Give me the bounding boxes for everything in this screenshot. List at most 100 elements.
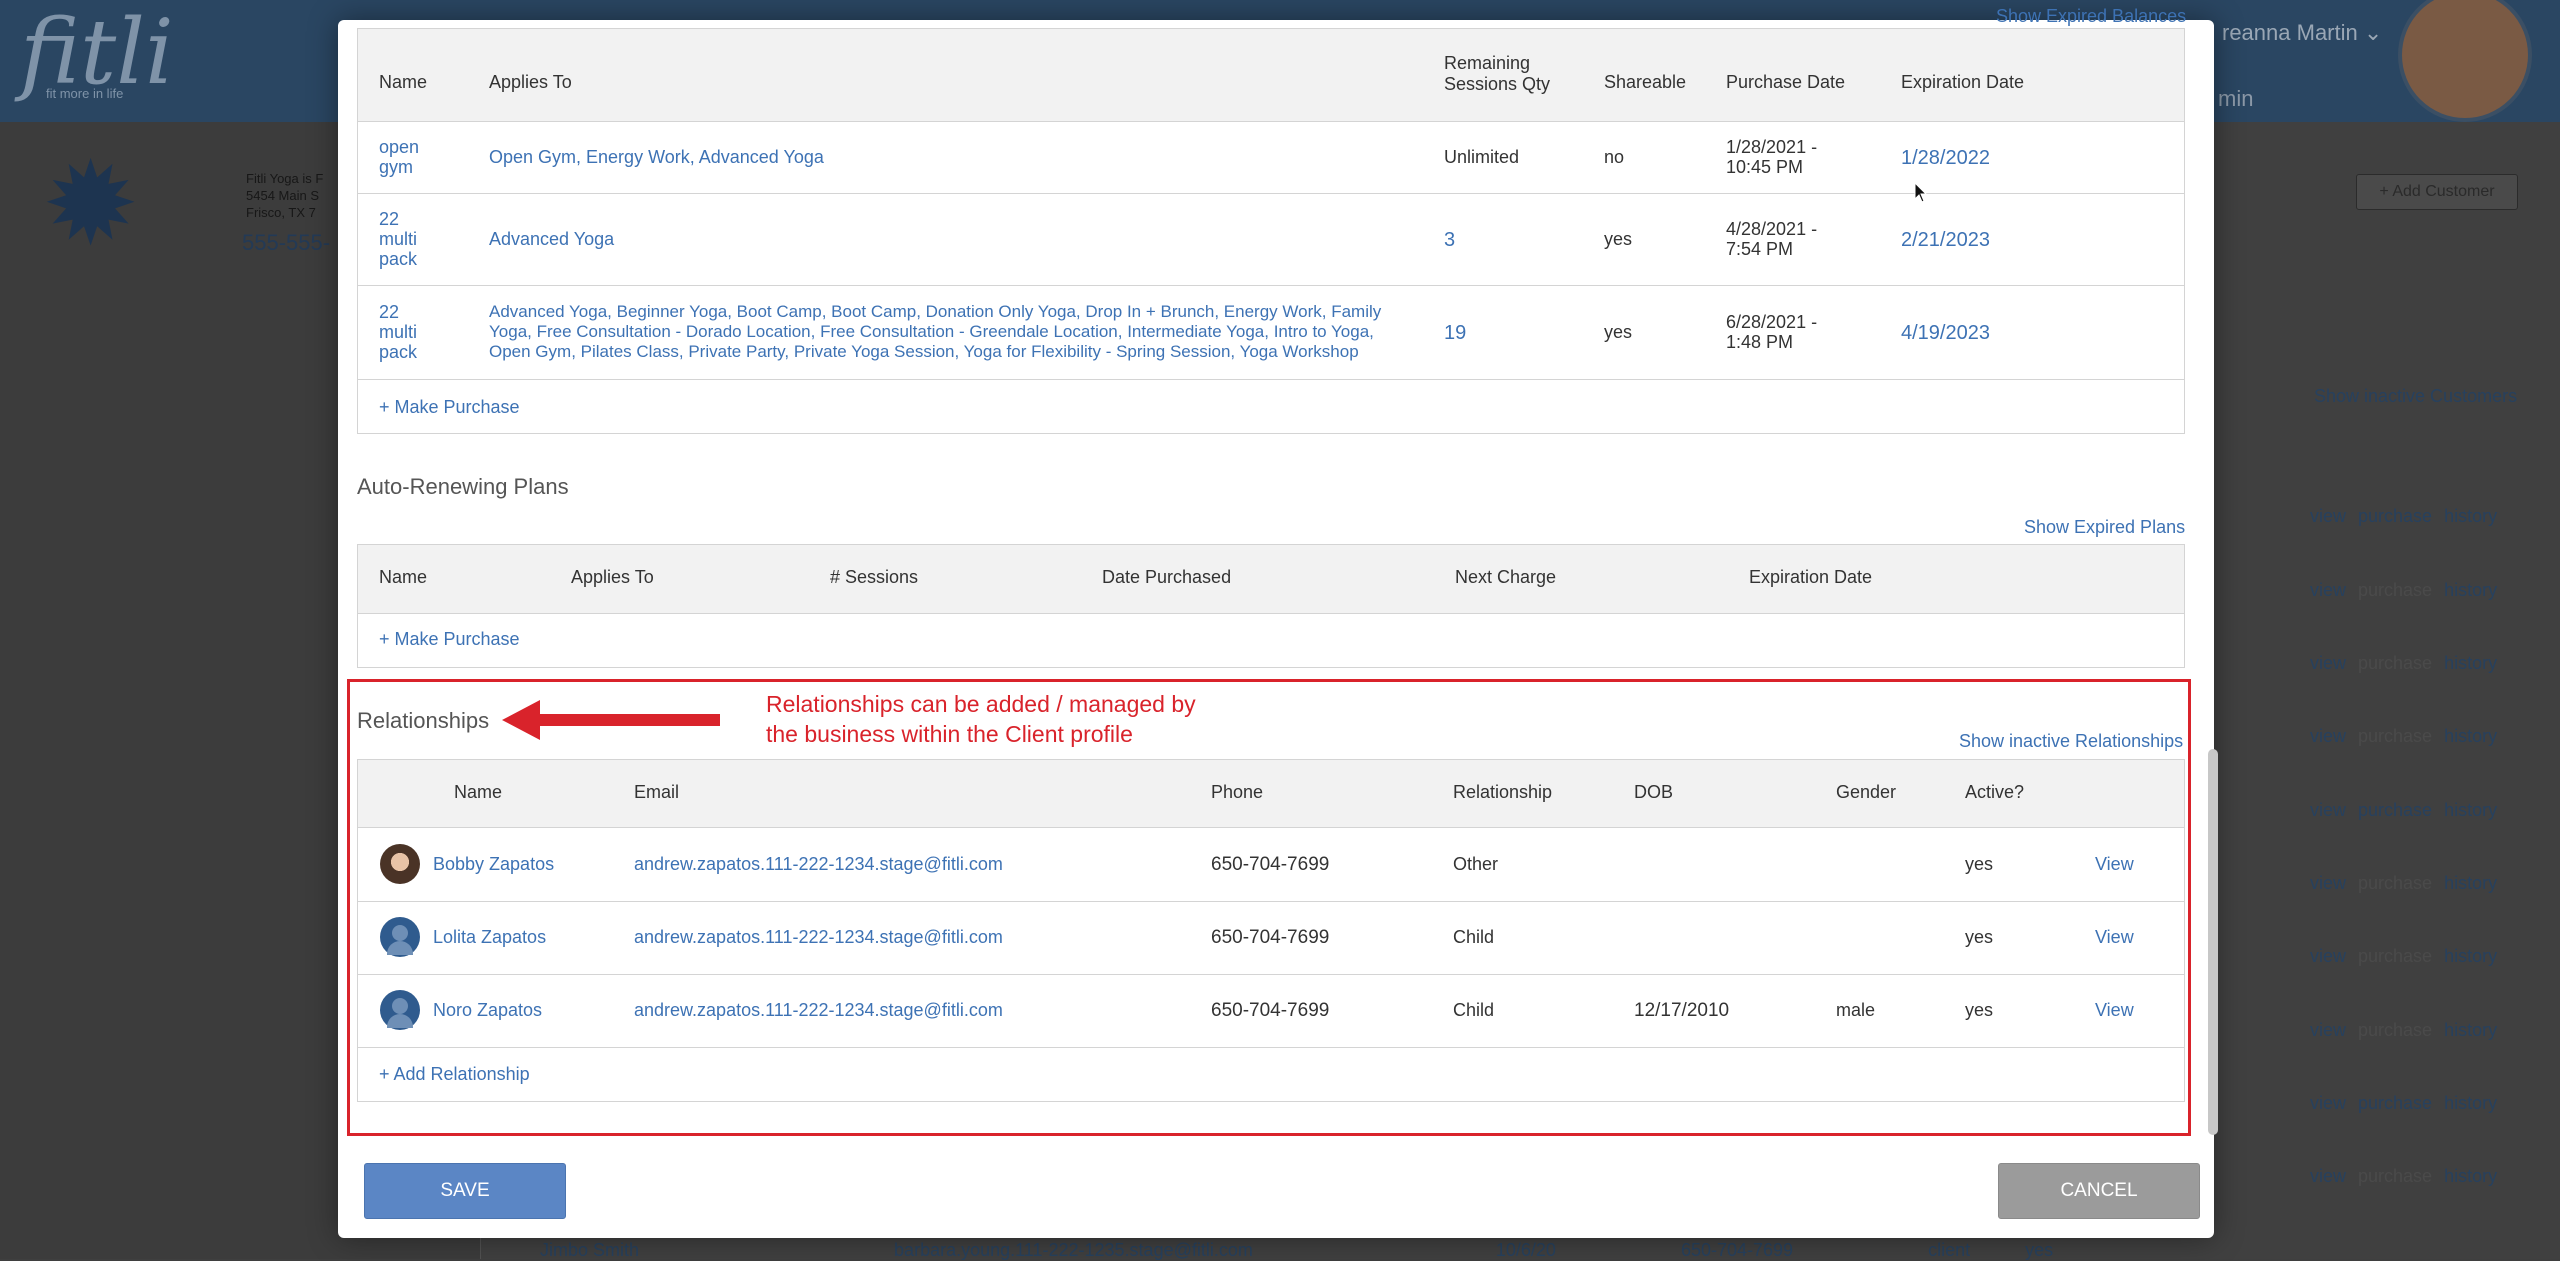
view-link[interactable]: view	[2310, 726, 2346, 746]
history-link[interactable]: history	[2444, 506, 2497, 526]
cancel-button[interactable]: CANCEL	[1998, 1163, 2200, 1219]
history-link[interactable]: history	[2444, 726, 2497, 746]
row-actions: view purchase history	[2310, 1166, 2509, 1187]
col-relationship: Relationship	[1453, 782, 1553, 802]
purchase-link[interactable]: purchase	[2358, 726, 2432, 746]
balance-name-link[interactable]: 22 multi pack	[379, 302, 417, 362]
purchase-date-line: 6/28/2021 -	[1726, 312, 1818, 332]
row-divider	[358, 285, 2184, 286]
balance-name-line: open	[379, 137, 420, 157]
col-remaining-line: Remaining	[1444, 53, 1531, 73]
relation-name-link[interactable]: Noro Zapatos	[433, 1000, 542, 1021]
purchase-link[interactable]: purchase	[2358, 946, 2432, 966]
balance-name-link[interactable]: 22 multi pack	[379, 209, 417, 269]
row-divider	[358, 379, 2184, 380]
modal-scrollbar[interactable]	[2208, 749, 2218, 1135]
view-link[interactable]: view	[2310, 1020, 2346, 1040]
col-expiration-date: Expiration Date	[1901, 72, 2025, 92]
balance-expiration-link[interactable]: 1/28/2022	[1901, 147, 1990, 170]
balance-shareable: yes	[1604, 322, 1633, 342]
balance-expiration-link[interactable]: 2/21/2023	[1901, 229, 1990, 252]
col-active: Active?	[1965, 782, 2025, 802]
relation-phone: 650-704-7699	[1211, 1000, 1330, 1021]
history-link[interactable]: history	[2444, 946, 2497, 966]
purchase-date-line: 1:48 PM	[1726, 332, 1794, 352]
business-line: Fitli Yoga is F	[246, 171, 324, 186]
annotation-line: Relationships can be added / managed by	[766, 691, 1196, 717]
relation-email[interactable]: andrew.zapatos.111-222-1234.stage@fitli.…	[634, 854, 1003, 875]
header-user-name[interactable]: reanna Martin ⌄	[2222, 20, 2382, 46]
balances-table: Name Applies To Remaining Sessions Qty S…	[357, 28, 2185, 434]
auto-renewing-header: Name Applies To # Sessions Date Purchase…	[358, 545, 2184, 614]
view-link[interactable]: view	[2310, 800, 2346, 820]
relation-view-link[interactable]: View	[2095, 927, 2134, 948]
balance-remaining-link[interactable]: 19	[1444, 322, 1466, 345]
purchase-link[interactable]: purchase	[2358, 800, 2432, 820]
view-link[interactable]: view	[2310, 946, 2346, 966]
balance-applies-to[interactable]: Advanced Yoga	[489, 229, 614, 250]
relation-view-link[interactable]: View	[2095, 854, 2134, 875]
view-link[interactable]: view	[2310, 873, 2346, 893]
relation-active: yes	[1965, 927, 1994, 947]
view-link[interactable]: view	[2310, 506, 2346, 526]
user-avatar[interactable]	[2398, 0, 2532, 122]
customer-email: barbara.young.111-222-1235.stage@fitli.c…	[894, 1240, 1253, 1260]
relation-email[interactable]: andrew.zapatos.111-222-1234.stage@fitli.…	[634, 927, 1003, 948]
relation-email[interactable]: andrew.zapatos.111-222-1234.stage@fitli.…	[634, 1000, 1003, 1021]
purchase-link[interactable]: purchase	[2358, 506, 2432, 526]
show-expired-balances-link[interactable]: Show Expired Balances	[1996, 6, 2186, 27]
view-link[interactable]: view	[2310, 1166, 2346, 1186]
balance-purchase-date: 1/28/2021 - 10:45 PM	[1726, 137, 1817, 177]
purchase-link[interactable]: purchase	[2358, 1020, 2432, 1040]
balance-expiration-link[interactable]: 4/19/2023	[1901, 322, 1990, 345]
relation-name-link[interactable]: Bobby Zapatos	[433, 854, 554, 875]
make-purchase-link[interactable]: + Make Purchase	[379, 629, 520, 650]
purchase-link[interactable]: purchase	[2358, 580, 2432, 600]
annotation-arrow-icon	[502, 700, 720, 740]
relationships-title: Relationships	[357, 708, 490, 733]
history-link[interactable]: history	[2444, 1166, 2497, 1186]
row-actions: view purchase history	[2310, 506, 2509, 527]
row-actions: view purchase history	[2310, 946, 2509, 967]
col-applies-to: Applies To	[571, 567, 654, 587]
balance-name-link[interactable]: open gym	[379, 137, 419, 177]
balance-remaining: Unlimited	[1444, 147, 1520, 167]
customer-name[interactable]: Jimbo Smith	[540, 1240, 639, 1260]
add-relationship-link[interactable]: + Add Relationship	[379, 1064, 530, 1085]
purchase-link[interactable]: purchase	[2358, 873, 2432, 893]
relation-name-link[interactable]: Lolita Zapatos	[433, 927, 546, 948]
relation-type: Other	[1453, 854, 1499, 874]
history-link[interactable]: history	[2444, 1020, 2497, 1040]
fitli-logo: fitli	[20, 0, 174, 105]
row-actions: view purchase history	[2310, 580, 2509, 601]
save-button[interactable]: SAVE	[364, 1163, 566, 1219]
history-link[interactable]: history	[2444, 580, 2497, 600]
purchase-link[interactable]: purchase	[2358, 1166, 2432, 1186]
history-link[interactable]: history	[2444, 800, 2497, 820]
customer-row: Jimbo Smith barbara.young.111-222-1235.s…	[540, 1240, 2053, 1261]
balance-name-line: pack	[379, 342, 418, 362]
logo-tagline: fit more in life	[46, 86, 124, 101]
customer-active: yes	[2025, 1240, 2054, 1260]
history-link[interactable]: history	[2444, 1093, 2497, 1113]
show-inactive-customers-link[interactable]: Show inactive Customers	[2314, 386, 2517, 407]
make-purchase-link[interactable]: + Make Purchase	[379, 397, 520, 418]
balance-shareable: yes	[1604, 229, 1633, 249]
view-link[interactable]: view	[2310, 653, 2346, 673]
history-link[interactable]: history	[2444, 653, 2497, 673]
view-link[interactable]: view	[2310, 1093, 2346, 1113]
add-customer-button[interactable]: + Add Customer	[2356, 174, 2518, 210]
history-link[interactable]: history	[2444, 873, 2497, 893]
purchase-date-line: 4/28/2021 -	[1726, 219, 1818, 239]
business-line: 5454 Main S	[246, 188, 319, 203]
balance-applies-to[interactable]: Open Gym, Energy Work, Advanced Yoga	[489, 147, 824, 168]
show-expired-plans-link[interactable]: Show Expired Plans	[2024, 517, 2185, 538]
balance-applies-to[interactable]: Advanced Yoga, Beginner Yoga, Boot Camp,…	[489, 302, 1381, 362]
purchase-link[interactable]: purchase	[2358, 653, 2432, 673]
balance-name-line: multi	[379, 229, 418, 249]
view-link[interactable]: view	[2310, 580, 2346, 600]
purchase-link[interactable]: purchase	[2358, 1093, 2432, 1113]
show-inactive-relationships-link[interactable]: Show inactive Relationships	[1959, 731, 2183, 752]
relation-view-link[interactable]: View	[2095, 1000, 2134, 1021]
balance-remaining-link[interactable]: 3	[1444, 229, 1455, 252]
